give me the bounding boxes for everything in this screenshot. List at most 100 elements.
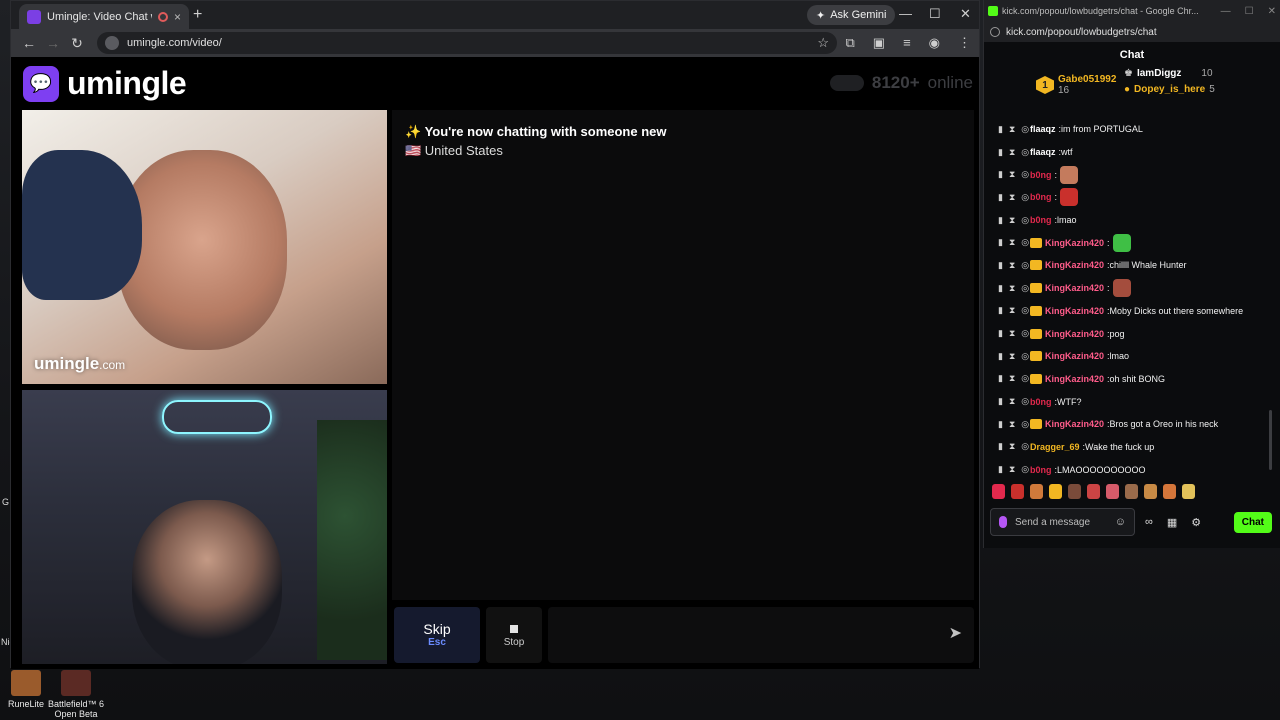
gifter-third[interactable]: ● Dopey_is_here 5 <box>1124 84 1215 95</box>
close-window-icon[interactable]: ✕ <box>960 6 971 22</box>
reload-icon[interactable]: ↻ <box>65 35 89 52</box>
logo-text: umingle <box>67 65 187 101</box>
kick-chat-popup: kick.com/popout/lowbudgetrs/chat - Googl… <box>983 0 1280 548</box>
minimize-icon[interactable]: — <box>899 6 912 21</box>
tab-umingle[interactable]: Umingle: Video Chat with S × <box>19 4 189 29</box>
chat-username[interactable]: b0ng <box>1030 170 1052 180</box>
gifter-first[interactable]: 1 Gabe051992 16 <box>1036 74 1116 96</box>
chat-username[interactable]: KingKazin420 <box>1045 419 1104 429</box>
chat-send-button[interactable]: Chat <box>1233 511 1272 533</box>
chat-username[interactable]: Dragger_69 <box>1030 442 1080 452</box>
new-tab-button[interactable]: + <box>193 6 202 24</box>
profile-icon[interactable]: ◉ <box>929 35 940 51</box>
mod-tools-icon[interactable]: ▮⧗◎ <box>998 351 1030 362</box>
address-bar[interactable]: umingle.com/video/ ☆ <box>97 32 837 54</box>
mod-tools-icon[interactable]: ▮⧗◎ <box>998 192 1030 203</box>
chat-input[interactable]: Send a message ☺ <box>990 508 1135 536</box>
back-icon[interactable]: ← <box>17 35 41 51</box>
online-toggle[interactable] <box>829 75 864 91</box>
chat-username[interactable]: KingKazin420 <box>1045 238 1104 248</box>
emote-icon[interactable] <box>1182 484 1195 499</box>
chat-username[interactable]: b0ng <box>1030 397 1052 407</box>
chat-username[interactable]: b0ng <box>1030 465 1052 475</box>
emote-icon[interactable] <box>1144 484 1157 499</box>
store-icon[interactable]: ▦ <box>1167 516 1177 529</box>
mod-tools-icon[interactable]: ▮⧗◎ <box>998 328 1030 339</box>
emote-icon[interactable] <box>1011 484 1024 499</box>
ask-gemini-button[interactable]: ✦ Ask Gemini <box>807 5 896 25</box>
neon-sign <box>162 400 272 434</box>
chat-username[interactable]: flaaqz <box>1030 124 1056 134</box>
gear-icon[interactable]: ⚙ <box>1191 516 1201 529</box>
mod-tools-icon[interactable]: ▮⧗◎ <box>998 283 1030 294</box>
mod-tools-icon[interactable]: ▮⧗◎ <box>998 260 1030 271</box>
tab-close-icon[interactable]: × <box>174 10 181 24</box>
maximize-icon[interactable]: ☐ <box>1245 6 1254 17</box>
mod-tools-icon[interactable]: ▮⧗◎ <box>998 464 1030 475</box>
chat-username[interactable]: KingKazin420 <box>1045 306 1104 316</box>
chat-text: Bros got a Oreo in his neck <box>1109 419 1219 430</box>
emoji-icon[interactable]: ☺ <box>1115 516 1126 528</box>
online-count: 8120+ <box>871 73 920 92</box>
chat-message: ▮⧗◎ Dragger_69: Wake the fuck up <box>984 436 1280 459</box>
close-window-icon[interactable]: ✕ <box>1268 6 1276 17</box>
mod-tools-icon[interactable]: ▮⧗◎ <box>998 373 1030 384</box>
maximize-icon[interactable]: ☐ <box>929 6 941 22</box>
chat-username[interactable]: b0ng <box>1030 215 1052 225</box>
popup-address-bar[interactable]: kick.com/popout/lowbudgetrs/chat <box>984 22 1280 42</box>
mod-tools-icon[interactable]: ▮⧗◎ <box>998 124 1030 135</box>
chat-username[interactable]: KingKazin420 <box>1045 260 1104 270</box>
emote-icon[interactable] <box>1106 484 1119 499</box>
sidepanel-icon[interactable]: ▣ <box>873 35 885 51</box>
tab-title: Umingle: Video Chat with S <box>47 10 152 23</box>
chat-message: ▮⧗◎ KingKazin420: chillll Whale Hunter <box>984 254 1280 277</box>
chat-username[interactable]: flaaqz <box>1030 147 1056 157</box>
skip-button[interactable]: Skip Esc <box>394 607 480 663</box>
send-icon[interactable]: ➤ <box>949 623 962 643</box>
mod-tools-icon[interactable]: ▮⧗◎ <box>998 147 1030 158</box>
chat-username[interactable]: KingKazin420 <box>1045 329 1104 339</box>
text-chat-pane: ✨ You're now chatting with someone new 🇺… <box>392 110 974 600</box>
chat-username[interactable]: KingKazin420 <box>1045 283 1104 293</box>
mod-tools-icon[interactable]: ▮⧗◎ <box>998 305 1030 316</box>
emote-icon[interactable] <box>1087 484 1100 499</box>
umingle-logo[interactable]: 💬 umingle <box>23 65 187 102</box>
mic-icon[interactable] <box>999 516 1007 528</box>
chat-username[interactable]: KingKazin420 <box>1045 351 1104 361</box>
stop-button[interactable]: Stop <box>486 607 542 663</box>
gift-icon: ● <box>1124 84 1131 95</box>
menu-icon[interactable]: ⋮ <box>958 35 971 51</box>
emote-icon[interactable] <box>1125 484 1138 499</box>
extensions-icon[interactable]: ⧉ <box>845 35 854 51</box>
minimize-icon[interactable]: — <box>1221 6 1231 17</box>
message-input[interactable]: ➤ <box>548 607 974 663</box>
forward-icon[interactable]: → <box>41 35 65 51</box>
chat-text: WTF? <box>1057 396 1082 407</box>
bookmark-star-icon[interactable]: ☆ <box>817 35 829 51</box>
media-icon[interactable]: ≡ <box>903 35 911 51</box>
mod-tools-icon[interactable]: ▮⧗◎ <box>998 237 1030 248</box>
emote-icon[interactable] <box>1049 484 1062 499</box>
emote-icon[interactable] <box>1030 484 1043 499</box>
stranger-face <box>117 150 287 350</box>
emote-icon[interactable] <box>1163 484 1176 499</box>
chat-scrollbar[interactable] <box>1269 410 1272 470</box>
mod-tools-icon[interactable]: ▮⧗◎ <box>998 419 1030 430</box>
chat-emote-icon <box>1060 188 1079 207</box>
mod-tools-icon[interactable]: ▮⧗◎ <box>998 169 1030 180</box>
site-info-icon[interactable] <box>105 36 119 50</box>
mod-tools-icon[interactable]: ▮⧗◎ <box>998 441 1030 452</box>
mod-tools-icon[interactable]: ▮⧗◎ <box>998 215 1030 226</box>
emote-icon[interactable] <box>992 484 1005 499</box>
desktop-edge-label: G <box>2 497 10 507</box>
site-info-icon[interactable] <box>990 27 1000 37</box>
chat-username[interactable]: b0ng <box>1030 192 1052 202</box>
desktop-icon-battlefield[interactable]: Battlefield™ 6 Open Beta <box>46 670 106 719</box>
emote-icon[interactable] <box>1068 484 1081 499</box>
gifter-second[interactable]: ♚ IamDiggz 10 <box>1124 68 1213 79</box>
chat-username[interactable]: KingKazin420 <box>1045 374 1104 384</box>
popup-titlebar: kick.com/popout/lowbudgetrs/chat - Googl… <box>984 0 1280 22</box>
browser-toolbar: ← → ↻ umingle.com/video/ ☆ ⧉ ▣ ≡ ◉ ⋮ <box>11 29 979 57</box>
mod-tools-icon[interactable]: ▮⧗◎ <box>998 396 1030 407</box>
link-icon[interactable]: ∞ <box>1145 516 1153 529</box>
